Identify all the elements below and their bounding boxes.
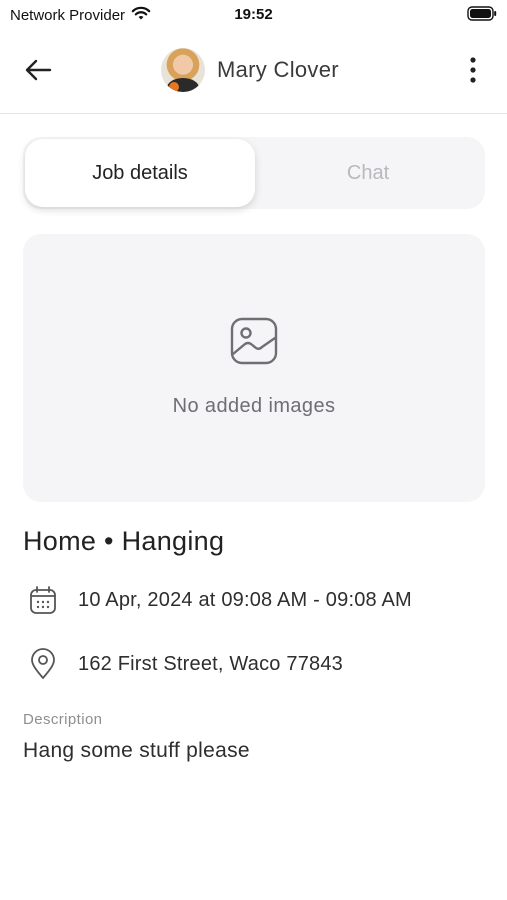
- arrow-left-icon: [24, 59, 52, 86]
- tab-job-details[interactable]: Job details: [25, 139, 255, 207]
- location-pin-icon: [28, 648, 58, 680]
- status-time: 19:52: [234, 6, 273, 23]
- back-button[interactable]: [20, 56, 56, 88]
- job-date-row: 10 Apr, 2024 at 09:08 AM - 09:08 AM: [28, 584, 412, 616]
- contact-info[interactable]: Mary Clover: [161, 48, 339, 92]
- calendar-icon: [28, 584, 58, 616]
- segmented-tabs: Job details Chat: [23, 137, 485, 209]
- no-images-text: No added images: [172, 395, 336, 417]
- job-date-text: 10 Apr, 2024 at 09:08 AM - 09:08 AM: [78, 588, 412, 611]
- job-address-row: 162 First Street, Waco 77843: [28, 648, 343, 680]
- more-vertical-icon: [470, 56, 476, 88]
- contact-name: Mary Clover: [217, 57, 339, 82]
- tab-chat[interactable]: Chat: [253, 139, 483, 207]
- battery-icon: [467, 6, 497, 25]
- avatar: [161, 48, 205, 92]
- job-address-text: 162 First Street, Waco 77843: [78, 652, 343, 675]
- status-bar: Network Provider 19:52: [0, 0, 507, 30]
- description-label: Description: [23, 711, 103, 728]
- chat-header: Mary Clover: [0, 38, 507, 114]
- description-text: Hang some stuff please: [23, 739, 250, 762]
- job-title: Home • Hanging: [23, 526, 225, 556]
- image-icon: [229, 316, 279, 366]
- more-options-button[interactable]: [461, 52, 485, 92]
- images-placeholder-card: No added images: [23, 234, 485, 502]
